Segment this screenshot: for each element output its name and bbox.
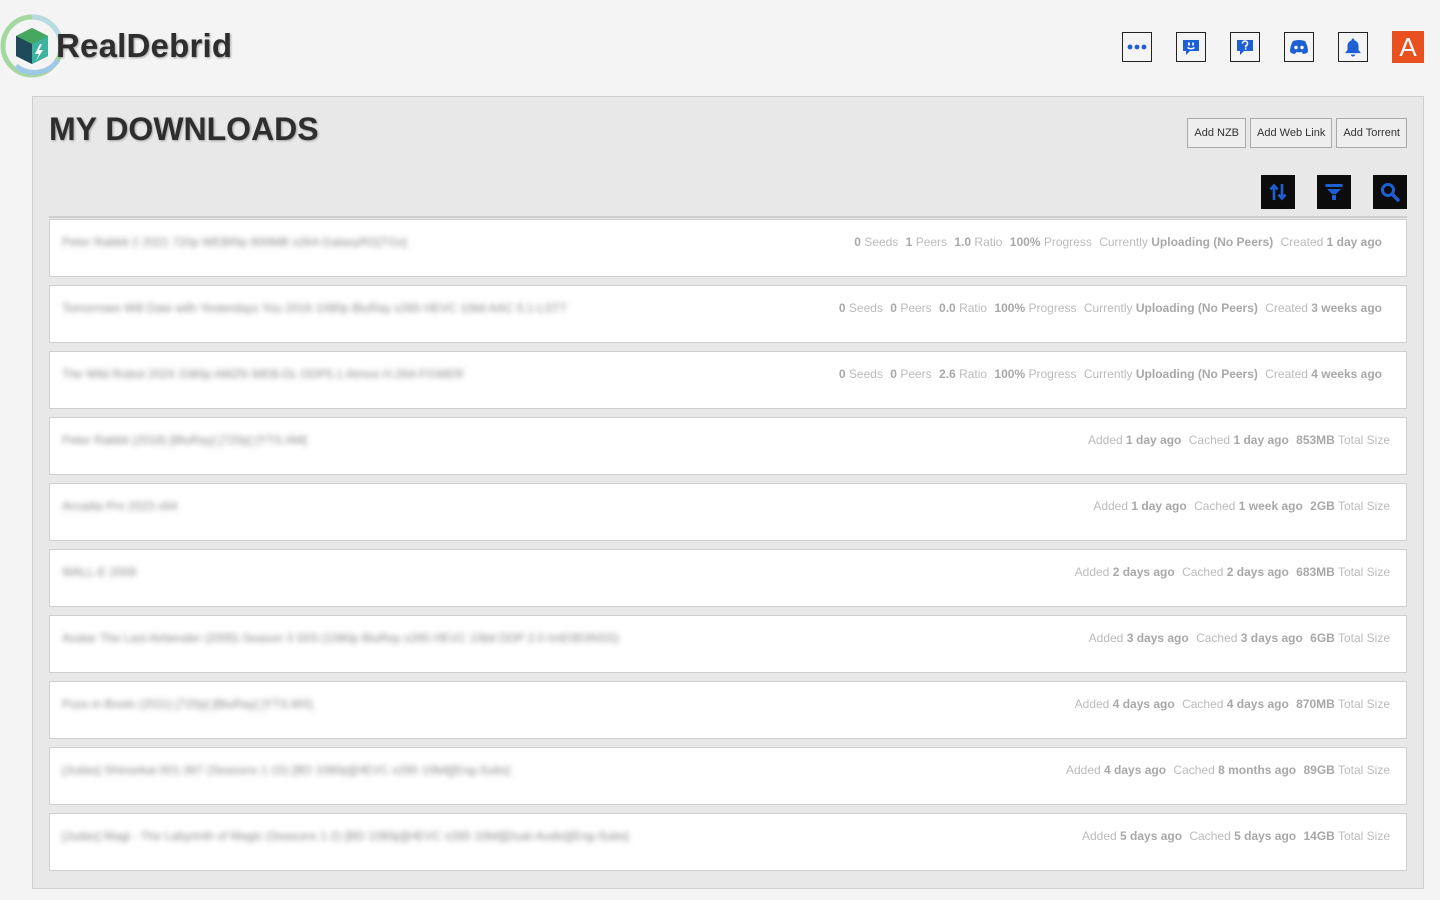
list-tools [1261, 175, 1407, 209]
cached-row[interactable]: [Judas] Magi - The Labyrinth of Magic (S… [49, 813, 1407, 871]
more-icon[interactable] [1122, 32, 1152, 62]
cached-stats: Added 1 day ago Cached 1 day ago 853MB T… [1087, 433, 1390, 447]
sort-button[interactable] [1261, 175, 1295, 209]
support-icon[interactable] [1230, 32, 1260, 62]
cached-stats: Added 5 days ago Cached 5 days ago 14GB … [1081, 829, 1390, 843]
add-torrent-button[interactable]: Add Torrent [1336, 118, 1407, 148]
cached-row[interactable]: Avatar The Last Airbender (2005) Season … [49, 615, 1407, 673]
add-web-link-button[interactable]: Add Web Link [1250, 118, 1333, 148]
torrent-stats: 0 Seeds 0 Peers 2.6 Ratio 100% Progress … [838, 367, 1382, 381]
list-divider [49, 216, 1407, 218]
bell-icon[interactable] [1338, 32, 1368, 62]
torrent-row[interactable]: Tomorrows Will Date with Yesterdays You … [49, 285, 1407, 343]
brand-name[interactable]: RealDebrid [56, 27, 232, 65]
cached-name[interactable]: Avatar The Last Airbender (2005) Season … [62, 631, 619, 645]
add-buttons: Add NZB Add Web Link Add Torrent [1187, 118, 1407, 148]
cached-name[interactable]: Puss in Boots (2011) [720p] [BluRay] [YT… [62, 697, 313, 711]
downloads-list: Peter Rabbit 2 2021 720p WEBRip 800MB x2… [49, 219, 1407, 879]
cached-stats: Added 1 day ago Cached 1 week ago 2GB To… [1093, 499, 1390, 513]
torrent-name[interactable]: The Wild Robot 2024 1080p AMZN WEB-DL DD… [62, 367, 464, 381]
cached-row[interactable]: Puss in Boots (2011) [720p] [BluRay] [YT… [49, 681, 1407, 739]
user-avatar[interactable]: A [1392, 31, 1424, 63]
search-icon [1381, 183, 1400, 202]
header-toolbar: A [1122, 31, 1424, 63]
cached-stats: Added 4 days ago Cached 4 days ago 870MB… [1074, 697, 1390, 711]
search-button[interactable] [1373, 175, 1407, 209]
page-title: MY DOWNLOADS [49, 111, 319, 147]
torrent-row[interactable]: The Wild Robot 2024 1080p AMZN WEB-DL DD… [49, 351, 1407, 409]
cached-row[interactable]: Peter Rabbit (2018) [BluRay] [720p] [YTS… [49, 417, 1407, 475]
cached-stats: Added 2 days ago Cached 2 days ago 683MB… [1074, 565, 1390, 579]
cached-stats: Added 3 days ago Cached 3 days ago 6GB T… [1088, 631, 1390, 645]
cached-name[interactable]: [Judas] Shinsekai 001-367 (Seasons 1-15)… [62, 763, 510, 777]
downloads-panel: MY DOWNLOADS Add NZB Add Web Link Add To… [32, 96, 1424, 889]
torrent-stats: 0 Seeds 1 Peers 1.0 Ratio 100% Progress … [854, 235, 1382, 249]
filter-icon [1325, 184, 1343, 200]
cached-stats: Added 4 days ago Cached 8 months ago 89G… [1065, 763, 1390, 777]
torrent-row[interactable]: Peter Rabbit 2 2021 720p WEBRip 800MB x2… [49, 219, 1407, 277]
cached-name[interactable]: Arcadia Pro 2023 x64 [62, 499, 177, 513]
cached-name[interactable]: Peter Rabbit (2018) [BluRay] [720p] [YTS… [62, 433, 307, 447]
cached-name[interactable]: [Judas] Magi - The Labyrinth of Magic (S… [62, 829, 629, 843]
cached-name[interactable]: WALL-E 2008 [62, 565, 136, 579]
cached-row[interactable]: WALL-E 2008 Added 2 days ago Cached 2 da… [49, 549, 1407, 607]
filter-button[interactable] [1317, 175, 1351, 209]
add-nzb-button[interactable]: Add NZB [1187, 118, 1247, 148]
cached-row[interactable]: [Judas] Shinsekai 001-367 (Seasons 1-15)… [49, 747, 1407, 805]
torrent-name[interactable]: Peter Rabbit 2 2021 720p WEBRip 800MB x2… [62, 235, 407, 249]
discord-icon[interactable] [1284, 32, 1314, 62]
torrent-name[interactable]: Tomorrows Will Date with Yesterdays You … [62, 301, 567, 315]
cached-row[interactable]: Arcadia Pro 2023 x64 Added 1 day ago Cac… [49, 483, 1407, 541]
sort-icon [1269, 183, 1287, 201]
feedback-icon[interactable] [1176, 32, 1206, 62]
torrent-stats: 0 Seeds 0 Peers 0.0 Ratio 100% Progress … [838, 301, 1382, 315]
